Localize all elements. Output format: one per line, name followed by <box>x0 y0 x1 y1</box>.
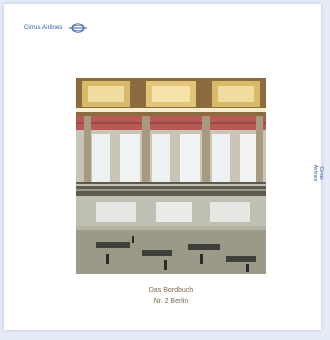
spine-line-1: Cirrus <box>318 166 324 180</box>
cirrus-airlines-logo-icon <box>68 23 87 33</box>
title-line-1: Das Bordbuch <box>148 287 194 294</box>
airport-terminal-hall-photo <box>76 78 266 274</box>
book-cover: Cirrus Airlines Das Bordbuch Nr. 2 Berli… <box>4 4 324 330</box>
brand: Cirrus Airlines <box>24 23 87 33</box>
spine-label: Cirrus Airlines <box>310 162 326 184</box>
book-title: Das Bordbuch Nr. 2 Berlin <box>76 285 266 307</box>
spine-line-2: Airlines <box>312 164 318 182</box>
brand-name: Cirrus Airlines <box>24 25 63 31</box>
title-line-2: Nr. 2 Berlin <box>153 298 189 305</box>
